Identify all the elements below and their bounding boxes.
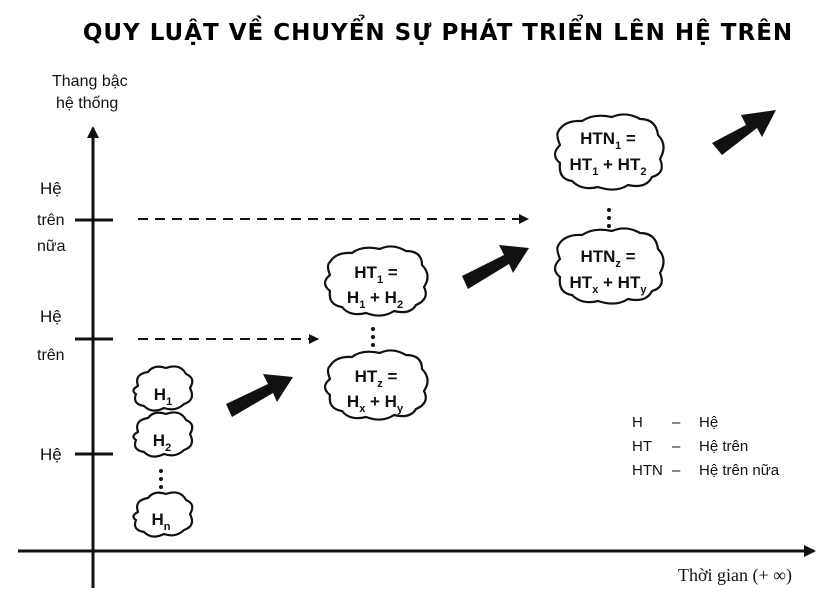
node-htn1: HTN1 = HT1 + HT2 xyxy=(553,113,665,191)
legend-meaning-ht: Hệ trên xyxy=(699,438,748,455)
y-axis-title-line1: Thang bậc xyxy=(52,73,128,90)
level-label-he-tren-nua-1: Hệ xyxy=(40,179,62,198)
ellipsis-dots-level3 xyxy=(607,208,611,228)
legend-abbr-h: H xyxy=(632,414,643,431)
level-label-he-tren-2: trên xyxy=(37,347,65,364)
legend-abbr-ht: HT xyxy=(632,438,652,455)
level-label-he-tren-1: Hệ xyxy=(40,307,62,326)
legend-dash-ht: – xyxy=(672,438,681,455)
node-htnz: HTNz = HTx + HTy xyxy=(553,227,665,305)
transition-arrow-3 xyxy=(712,110,776,155)
diagram-title: QUY LUẬT VỀ CHUYỂN SỰ PHÁT TRIỂN LÊN HỆ … xyxy=(83,15,793,46)
level-label-he-tren-nua-2: trên xyxy=(37,212,65,229)
node-ht1: HT1 = H1 + H2 xyxy=(323,245,429,317)
legend: H – Hệ HT – Hệ trên HTN – Hệ trên nữa xyxy=(632,414,780,479)
level-label-he-tren-nua-3: nữa xyxy=(37,238,66,255)
level-label-he: Hệ xyxy=(40,445,62,464)
diagram-canvas: QUY LUẬT VỀ CHUYỂN SỰ PHÁT TRIỂN LÊN HỆ … xyxy=(18,15,816,588)
legend-dash-h: – xyxy=(672,414,681,431)
transition-arrow-2 xyxy=(462,245,529,289)
ellipsis-dots-level2 xyxy=(371,327,375,347)
legend-meaning-h: Hệ xyxy=(699,414,718,431)
transition-arrow-1 xyxy=(226,374,293,417)
node-h1: H1 xyxy=(132,365,194,412)
ellipsis-dots-level1 xyxy=(159,469,163,489)
legend-dash-htn: – xyxy=(672,462,681,479)
node-htz: HTz = Hx + Hy xyxy=(323,349,429,421)
y-axis-title-line2: hệ thống xyxy=(56,95,118,112)
x-axis-title: Thời gian (+ ∞) xyxy=(678,565,792,586)
legend-meaning-htn: Hệ trên nữa xyxy=(699,462,780,479)
legend-abbr-htn: HTN xyxy=(632,462,663,479)
node-h2: H2 xyxy=(132,411,194,458)
node-hn: Hn xyxy=(132,491,194,538)
